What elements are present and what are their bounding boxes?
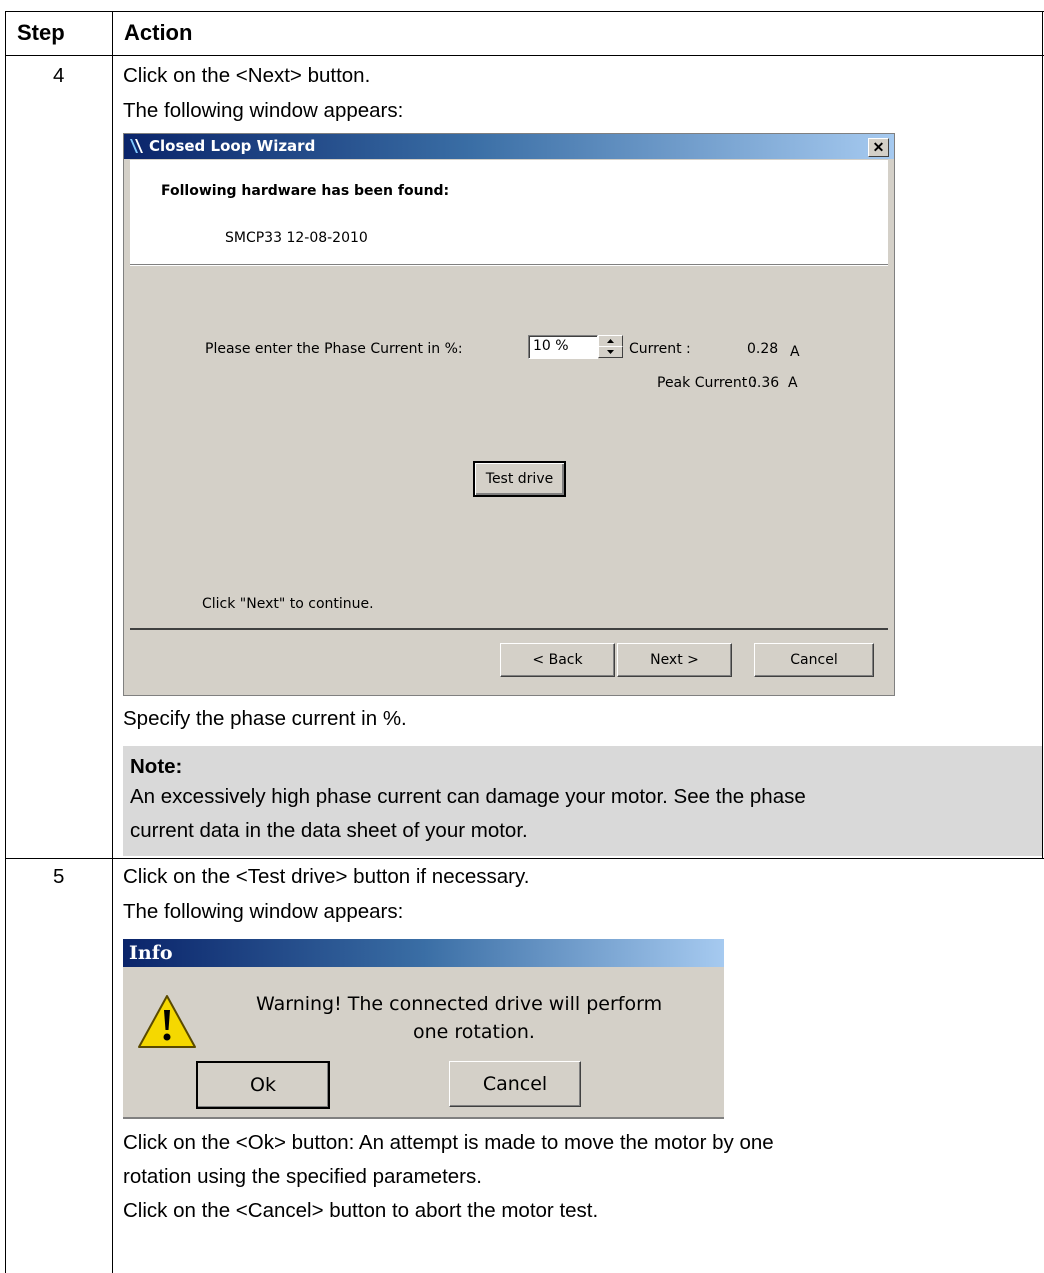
phase-current-value: 10 % bbox=[533, 338, 569, 354]
column-divider bbox=[112, 11, 113, 1273]
info-cancel-button[interactable]: Cancel bbox=[449, 1061, 581, 1107]
wizard-title-bar: Closed Loop Wizard ✕ bbox=[124, 134, 894, 159]
back-button[interactable]: < Back bbox=[500, 643, 615, 677]
hardware-heading: Following hardware has been found: bbox=[161, 183, 450, 199]
wizard-content-bottom-border bbox=[130, 628, 888, 630]
instruction-text: rotation using the specified parameters. bbox=[123, 1165, 482, 1188]
info-message-line1: Warning! The connected drive will perfor… bbox=[256, 993, 663, 1015]
row-divider bbox=[5, 858, 1044, 859]
current-label: Current : bbox=[629, 341, 691, 357]
table-left-border bbox=[5, 11, 6, 1273]
info-title-bar: Info bbox=[123, 939, 724, 967]
instruction-text: Click on the <Next> button. bbox=[123, 64, 371, 87]
note-text: current data in the data sheet of your m… bbox=[130, 819, 528, 842]
instruction-text: Specify the phase current in %. bbox=[123, 707, 407, 730]
spin-up-icon bbox=[607, 339, 614, 343]
note-label: Note: bbox=[130, 755, 183, 778]
peak-current-value: 0.36 bbox=[748, 375, 780, 391]
table-right-border bbox=[1042, 11, 1043, 859]
instruction-text: Click on the <Test drive> button if nece… bbox=[123, 865, 530, 888]
closed-loop-wizard-window: Closed Loop Wizard ✕ Following hardware … bbox=[123, 133, 895, 696]
ok-button-label: Ok bbox=[250, 1074, 276, 1096]
info-cancel-label: Cancel bbox=[482, 1073, 548, 1095]
wizard-header-pane bbox=[130, 160, 888, 264]
cancel-button-label: Cancel bbox=[790, 652, 838, 668]
phase-current-label: Please enter the Phase Current in %: bbox=[205, 341, 463, 357]
info-title: Info bbox=[129, 942, 173, 964]
back-button-label: < Back bbox=[532, 652, 583, 668]
next-button[interactable]: Next > bbox=[617, 643, 732, 677]
header-bottom-border bbox=[5, 55, 1044, 56]
peak-current-unit: A bbox=[788, 375, 798, 391]
step-number: 4 bbox=[53, 64, 65, 87]
ok-button[interactable]: Ok bbox=[196, 1061, 330, 1109]
instruction-text: Click on the <Ok> button: An attempt is … bbox=[123, 1131, 774, 1154]
next-button-label: Next > bbox=[650, 652, 699, 668]
close-icon[interactable]: ✕ bbox=[868, 138, 889, 157]
info-dialog-bottom-edge bbox=[123, 1117, 724, 1119]
table-top-border bbox=[5, 11, 1044, 12]
phase-current-input[interactable]: 10 % bbox=[528, 335, 598, 359]
step-number: 5 bbox=[53, 865, 65, 888]
instruction-text: Click on the <Cancel> button to abort th… bbox=[123, 1199, 599, 1222]
note-text: An excessively high phase current can da… bbox=[130, 785, 806, 808]
step-column-header: Step bbox=[17, 20, 65, 45]
peak-current-label: Peak Current : bbox=[657, 375, 757, 391]
test-drive-label: Test drive bbox=[485, 471, 554, 487]
instruction-text: The following window appears: bbox=[123, 99, 404, 122]
wizard-separator bbox=[130, 264, 888, 266]
test-drive-button[interactable]: Test drive bbox=[473, 461, 566, 497]
instruction-text: The following window appears: bbox=[123, 900, 404, 923]
info-dialog: Info Warning! The connected drive will p… bbox=[123, 939, 724, 1119]
current-value: 0.28 bbox=[747, 341, 779, 357]
action-column-header: Action bbox=[124, 20, 193, 45]
spin-down-icon bbox=[607, 350, 614, 354]
continue-hint: Click "Next" to continue. bbox=[202, 596, 374, 612]
hardware-item: SMCP33 12-08-2010 bbox=[225, 230, 368, 246]
wizard-title: Closed Loop Wizard bbox=[149, 137, 316, 155]
info-message-line2: one rotation. bbox=[413, 1021, 535, 1043]
cancel-button[interactable]: Cancel bbox=[754, 643, 874, 677]
app-logo-icon bbox=[130, 139, 143, 153]
current-unit: A bbox=[790, 344, 800, 360]
warning-icon bbox=[138, 995, 196, 1048]
phase-current-spinner-down[interactable] bbox=[598, 346, 623, 358]
